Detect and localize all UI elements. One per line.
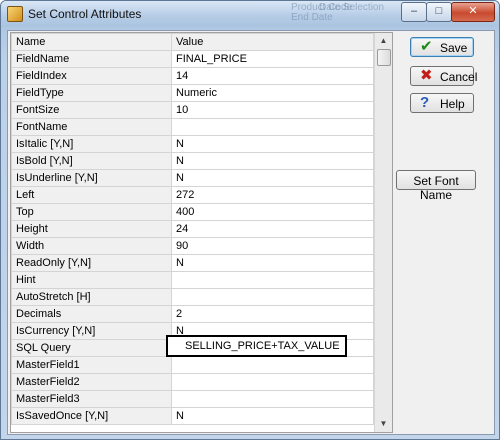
attribute-value-cell[interactable]: N [171, 152, 374, 170]
attribute-value-cell[interactable]: 400 [171, 203, 374, 221]
table-row[interactable]: FontSize 10 [11, 101, 374, 119]
background-text: Date Selection [319, 2, 385, 13]
column-header-name[interactable]: Name [11, 33, 172, 51]
table-row[interactable]: FieldType Numeric [11, 84, 374, 102]
attribute-value-cell[interactable] [171, 373, 374, 391]
attribute-value-cell[interactable]: Numeric [171, 84, 374, 102]
attribute-name-cell[interactable]: ReadOnly [Y,N] [11, 254, 172, 272]
attribute-name-cell[interactable]: SQL Query [11, 339, 172, 357]
attribute-name-cell[interactable]: AutoStretch [H] [11, 288, 172, 306]
attribute-name-cell[interactable]: Decimals [11, 305, 172, 323]
attribute-value-cell[interactable]: N [171, 254, 374, 272]
app-icon [7, 6, 23, 22]
background-text: End Date [291, 12, 333, 23]
table-row[interactable]: ReadOnly [Y,N] N [11, 254, 374, 272]
attribute-value-cell[interactable]: 24 [171, 220, 374, 238]
cancel-button-label: Cancel [440, 70, 478, 84]
scroll-thumb[interactable] [377, 49, 391, 66]
table-row[interactable]: IsUnderline [Y,N] N [11, 169, 374, 187]
attribute-name-cell[interactable]: FieldName [11, 50, 172, 68]
title-bar[interactable]: Set Control Attributes Product Code End … [1, 1, 499, 27]
attribute-value-cell[interactable]: 10 [171, 101, 374, 119]
header-row: Name Value [11, 33, 374, 51]
table-row[interactable]: FieldName FINAL_PRICE [11, 50, 374, 68]
table-row[interactable]: IsSavedOnce [Y,N] N [11, 407, 374, 425]
table-row[interactable]: AutoStretch [H] [11, 288, 374, 306]
close-button[interactable]: ✕ [451, 2, 495, 22]
grid-body: FieldName FINAL_PRICE FieldIndex 14 FieldTyp… [11, 50, 374, 425]
table-row[interactable]: Decimals 2 [11, 305, 374, 323]
table-row[interactable]: FontName [11, 118, 374, 136]
attribute-name-cell[interactable]: MasterField1 [11, 356, 172, 374]
set-font-name-label: Set Font Name [413, 174, 459, 202]
scroll-down-icon[interactable]: ▼ [375, 416, 392, 432]
window-title: Set Control Attributes [28, 7, 142, 21]
attribute-name-cell[interactable]: Height [11, 220, 172, 238]
table-row[interactable]: MasterField3 [11, 390, 374, 408]
attribute-name-cell[interactable]: IsUnderline [Y,N] [11, 169, 172, 187]
attribute-name-cell[interactable]: IsItalic [Y,N] [11, 135, 172, 153]
table-row[interactable]: IsBold [Y,N] N [11, 152, 374, 170]
dialog-window: Set Control Attributes Product Code End … [0, 0, 500, 440]
checkmark-icon: ✔ [420, 38, 433, 55]
maximize-button[interactable]: □ [426, 2, 452, 22]
table-row[interactable]: IsItalic [Y,N] N [11, 135, 374, 153]
attribute-name-cell[interactable]: Top [11, 203, 172, 221]
save-button-label: Save [440, 41, 468, 55]
minimize-button[interactable]: – [401, 2, 427, 22]
attribute-value-cell[interactable]: 90 [171, 237, 374, 255]
attribute-value-cell[interactable]: 14 [171, 67, 374, 85]
cancel-x-icon: ✖ [420, 67, 433, 84]
attribute-name-cell[interactable]: FontSize [11, 101, 172, 119]
vertical-scrollbar[interactable]: ▲ ▼ [374, 33, 392, 432]
table-row[interactable]: Top 400 [11, 203, 374, 221]
attribute-name-cell[interactable]: IsCurrency [Y,N] [11, 322, 172, 340]
attribute-name-cell[interactable]: FontName [11, 118, 172, 136]
attribute-value-cell[interactable]: FINAL_PRICE [171, 50, 374, 68]
table-row[interactable]: MasterField2 [11, 373, 374, 391]
attribute-name-cell[interactable]: MasterField2 [11, 373, 172, 391]
attribute-name-cell[interactable]: Hint [11, 271, 172, 289]
attribute-value-cell[interactable] [171, 356, 374, 374]
attribute-value-cell[interactable]: N [171, 169, 374, 187]
attribute-value-cell[interactable]: N [171, 135, 374, 153]
attributes-grid[interactable]: Name Value FieldName FINAL_PRICE FieldInde… [10, 32, 393, 433]
attribute-value-cell[interactable]: 2 [171, 305, 374, 323]
attribute-name-cell[interactable]: Left [11, 186, 172, 204]
cancel-button[interactable]: ✖ Cancel [410, 66, 478, 86]
attributes-table: Name Value FieldName FINAL_PRICE FieldInde… [11, 33, 374, 425]
attribute-name-cell[interactable]: FieldType [11, 84, 172, 102]
attribute-value-cell[interactable] [171, 271, 374, 289]
table-row[interactable]: MasterField1 [11, 356, 374, 374]
table-row[interactable]: Hint [11, 271, 374, 289]
attribute-value-cell[interactable]: 272 [171, 186, 374, 204]
sql-query-editor[interactable]: SELLING_PRICE+TAX_VALUE [166, 335, 347, 357]
attribute-value-cell[interactable] [171, 390, 374, 408]
attribute-name-cell[interactable]: Width [11, 237, 172, 255]
scroll-up-icon[interactable]: ▲ [375, 33, 392, 49]
table-row[interactable]: FieldIndex 14 [11, 67, 374, 85]
column-header-value[interactable]: Value [171, 33, 374, 51]
help-button[interactable]: ? Help [410, 93, 474, 113]
help-button-label: Help [440, 97, 465, 111]
attribute-name-cell[interactable]: FieldIndex [11, 67, 172, 85]
table-row[interactable]: Height 24 [11, 220, 374, 238]
question-mark-icon: ? [420, 94, 430, 111]
attribute-name-cell[interactable]: IsBold [Y,N] [11, 152, 172, 170]
table-row[interactable]: Left 272 [11, 186, 374, 204]
dialog-content: Name Value FieldName FINAL_PRICE FieldInde… [7, 30, 495, 435]
save-button[interactable]: ✔ Save [410, 37, 474, 57]
attribute-name-cell[interactable]: MasterField3 [11, 390, 172, 408]
attribute-name-cell[interactable]: IsSavedOnce [Y,N] [11, 407, 172, 425]
table-row[interactable]: Width 90 [11, 237, 374, 255]
attribute-value-cell[interactable]: N [171, 407, 374, 425]
attribute-value-cell[interactable] [171, 118, 374, 136]
set-font-name-button[interactable]: Set Font Name [396, 170, 476, 202]
attribute-value-cell[interactable] [171, 288, 374, 306]
